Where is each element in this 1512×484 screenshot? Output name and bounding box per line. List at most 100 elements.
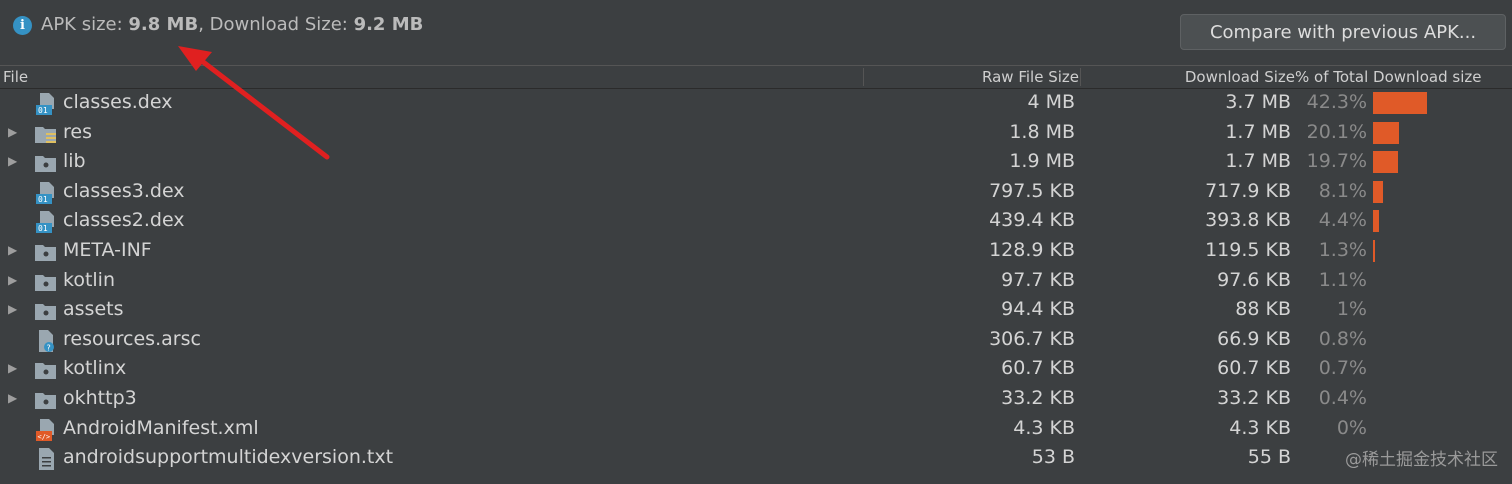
table-row[interactable]: androidsupportmultidexversion.txt 53 B 55 … [0,444,1512,474]
xml-file-icon: </> [34,418,58,442]
file-name: lib [63,150,86,173]
download-size: 97.6 KB [1217,268,1291,291]
download-size: 717.9 KB [1205,179,1291,202]
raw-file-size: 306.7 KB [989,327,1075,350]
table-row[interactable]: ▶ kotlin 97.7 KB 97.6 KB 1.1% [0,267,1512,297]
file-name: AndroidManifest.xml [63,416,259,439]
file-name: androidsupportmultidexversion.txt [63,446,394,469]
table-row[interactable]: 01 classes2.dex 439.4 KB 393.8 KB 4.4% [0,207,1512,237]
file-name: resources.arsc [63,327,201,350]
percent-of-total: 8.1% [1318,179,1367,202]
table-row[interactable]: 01 classes.dex 4 MB 3.7 MB 42.3% [0,89,1512,119]
raw-file-size: 53 B [1031,446,1075,469]
column-header-raw-size[interactable]: Raw File Size [982,66,1079,88]
file-name: classes2.dex [63,209,185,232]
download-size: 1.7 MB [1225,150,1291,173]
raw-file-size: 1.8 MB [1009,120,1075,143]
file-name: classes.dex [63,91,173,113]
raw-file-size: 97.7 KB [1001,268,1075,291]
percent-of-total: 1% [1336,298,1367,321]
compare-with-previous-apk-button[interactable]: Compare with previous APK... [1180,14,1506,50]
raw-file-size: 4 MB [1027,91,1075,113]
table-row[interactable]: ▶ res 1.8 MB 1.7 MB 20.1% [0,119,1512,149]
folder-icon [34,388,58,412]
raw-file-size: 1.9 MB [1009,150,1075,173]
column-header-file[interactable]: File [3,66,28,88]
download-share-bar [1373,121,1399,144]
file-name: assets [63,298,124,321]
expand-arrow-icon[interactable]: ▶ [8,361,17,375]
table-row[interactable]: ▶ lib 1.9 MB 1.7 MB 19.7% [0,148,1512,178]
folder-icon [34,270,58,294]
apk-size-value: 9.8 MB [128,14,199,35]
table-row[interactable]: ? resources.arsc 306.7 KB 66.9 KB 0.8% [0,326,1512,356]
info-icon: i [13,16,32,35]
percent-of-total: 42.3% [1306,91,1367,113]
raw-file-size: 128.9 KB [989,239,1075,261]
column-header-download-size[interactable]: Download Size [1185,66,1295,88]
expand-arrow-icon[interactable]: ▶ [8,125,17,139]
download-share-bar [1373,240,1375,262]
download-size: 55 B [1247,446,1291,469]
table-row[interactable]: ▶ okhttp3 33.2 KB 33.2 KB 0.4% [0,385,1512,415]
percent-of-total: 1.1% [1318,268,1367,291]
dex-file-icon: 01 [34,181,58,205]
file-name: kotlin [63,268,115,291]
file-name: classes3.dex [63,179,185,202]
raw-file-size: 60.7 KB [1001,357,1075,380]
file-name: okhttp3 [63,387,137,409]
dex-file-icon: 01 [34,92,58,116]
expand-arrow-icon[interactable]: ▶ [8,302,17,316]
expand-arrow-icon[interactable]: ▶ [8,243,17,257]
percent-of-total: 0.7% [1318,357,1367,380]
download-size: 88 KB [1235,298,1291,321]
svg-text:01: 01 [38,224,48,233]
download-size: 4.3 KB [1229,416,1291,439]
download-size: 33.2 KB [1217,387,1291,409]
svg-text:?: ? [47,343,51,352]
download-share-bar [1373,151,1398,174]
percent-of-total: 0.4% [1318,387,1367,409]
raw-file-size: 33.2 KB [1001,387,1075,409]
expand-arrow-icon[interactable]: ▶ [8,273,17,287]
percent-of-total: 19.7% [1306,150,1367,173]
svg-text:01: 01 [38,106,48,115]
percent-of-total: 4.4% [1318,209,1367,232]
column-divider[interactable] [1080,68,1081,86]
raw-file-size: 439.4 KB [989,209,1075,232]
table-row[interactable]: ▶ kotlinx 60.7 KB 60.7 KB 0.7% [0,355,1512,385]
file-name: res [63,120,92,143]
watermark: @稀土掘金技术社区 [1345,450,1498,470]
table-row[interactable]: ▶ assets 94.4 KB 88 KB 1% [0,296,1512,326]
download-share-bar [1373,210,1379,233]
download-share-bar [1373,92,1427,114]
unknown-file-icon: ? [34,329,58,353]
file-name: kotlinx [63,357,127,380]
folder-icon [34,240,58,264]
apk-size-summary: APK size: 9.8 MB, Download Size: 9.2 MB [41,14,423,35]
download-size: 119.5 KB [1205,239,1291,261]
dex-file-icon: 01 [34,210,58,234]
folder-icon [34,151,58,175]
svg-text:01: 01 [38,195,48,204]
file-table: 01 classes.dex 4 MB 3.7 MB 42.3% ▶ res 1.8 MB 1.… [0,89,1512,484]
expand-arrow-icon[interactable]: ▶ [8,154,17,168]
expand-arrow-icon[interactable]: ▶ [8,391,17,405]
column-divider[interactable] [863,68,864,86]
summary-bar: i APK size: 9.8 MB, Download Size: 9.2 M… [0,0,1512,64]
download-size-value: 9.2 MB [353,14,424,35]
download-share-bar [1373,180,1383,203]
download-size: 1.7 MB [1225,120,1291,143]
table-row[interactable]: ▶ META-INF 128.9 KB 119.5 KB 1.3% [0,237,1512,267]
res-folder-icon [34,122,58,146]
raw-file-size: 94.4 KB [1001,298,1075,321]
download-size: 60.7 KB [1217,357,1291,380]
folder-icon [34,358,58,382]
download-size: 66.9 KB [1217,327,1291,350]
table-row[interactable]: 01 classes3.dex 797.5 KB 717.9 KB 8.1% [0,178,1512,208]
file-name: META-INF [63,239,152,261]
table-row[interactable]: </> AndroidManifest.xml 4.3 KB 4.3 KB 0% [0,415,1512,445]
svg-text:</>: </> [38,433,51,441]
column-header-percent[interactable]: % of Total Download size [1295,66,1481,88]
table-header: File Raw File Size Download Size % of To… [0,65,1512,89]
